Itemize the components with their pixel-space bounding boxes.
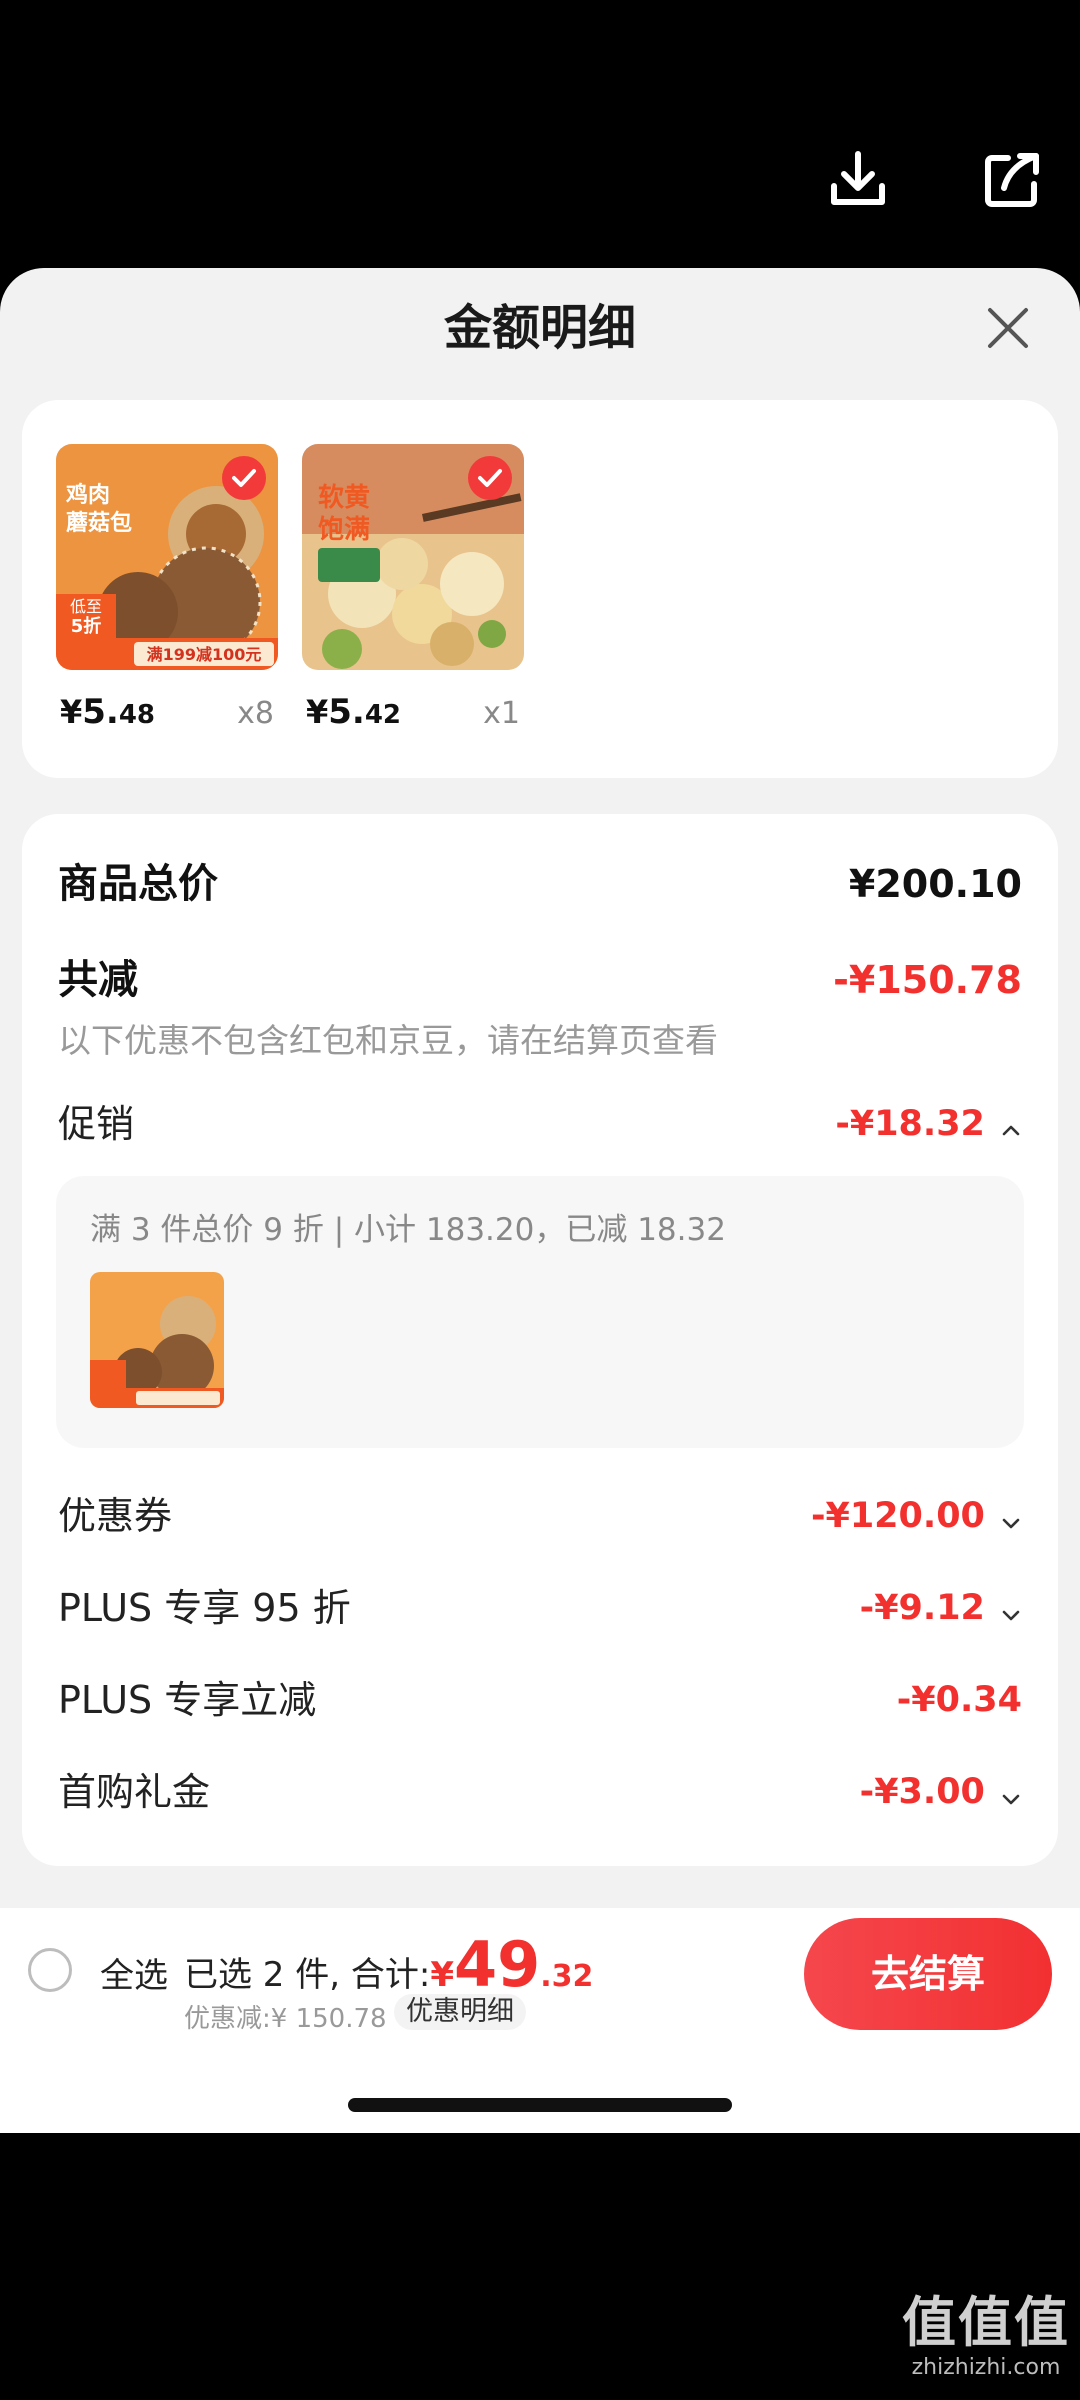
- first-purchase-gift-label: 首购礼金: [58, 1770, 211, 1814]
- top-bar: [0, 0, 1080, 268]
- product-quantity: x1: [483, 696, 520, 731]
- plus-instant-value: -¥0.34: [896, 1680, 1022, 1720]
- product-price: ¥5.48: [60, 692, 156, 732]
- watermark-domain: zhizhizhi.com: [911, 2355, 1061, 2380]
- goods-total-value: ¥200.10: [848, 862, 1022, 906]
- product-badge-text: 低至: [70, 597, 102, 616]
- chevron-down-icon[interactable]: [1000, 1604, 1022, 1626]
- plus-instant-row: PLUS 专享立减 -¥0.34: [58, 1670, 1022, 1730]
- price-summary-card: 商品总价 ¥200.10 共减 -¥150.78 以下优惠不包含红包和京豆，请在…: [22, 814, 1058, 1866]
- total-reduce-row: 共减 -¥150.78: [58, 950, 1022, 1010]
- first-purchase-gift-row[interactable]: 首购礼金 -¥3.00: [58, 1762, 1022, 1822]
- plus-95-value: -¥9.12: [859, 1588, 985, 1628]
- saved-amount: 优惠减:¥ 150.78: [184, 2004, 387, 2034]
- plus-95-row[interactable]: PLUS 专享 95 折 -¥9.12: [58, 1578, 1022, 1638]
- product-card: 满199减100元 低至 5折 鸡肉 蘑菇包 ¥5.48 x8 软黄 饱满 ¥5…: [22, 400, 1058, 778]
- checkout-bar: 全选 已选 2 件, 合计:¥49.32 优惠减:¥ 150.78 优惠明细 去…: [0, 1908, 1080, 2038]
- product-badge-text: 鸡肉: [65, 482, 110, 508]
- checkout-button[interactable]: 去结算: [804, 1918, 1052, 2030]
- coupon-label: 优惠券: [58, 1494, 173, 1538]
- home-indicator[interactable]: [348, 2098, 732, 2112]
- coupon-row[interactable]: 优惠券 -¥120.00: [58, 1486, 1022, 1546]
- promotion-detail-text: 满 3 件总价 9 折 | 小计 183.20，已减 18.32: [90, 1212, 726, 1248]
- watermark-logo: 值值值: [902, 2291, 1070, 2354]
- product-badge-text: 饱满: [318, 515, 370, 545]
- promotion-product-thumbnail: [90, 1272, 224, 1408]
- discount-note: 以下优惠不包含红包和京豆，请在结算页查看: [58, 1021, 718, 1060]
- selected-check-icon[interactable]: [468, 456, 512, 500]
- product-quantity: x8: [237, 696, 274, 731]
- goods-total-row: 商品总价 ¥200.10: [58, 854, 1022, 914]
- watermark: 值值值 zhizhizhi.com: [902, 2292, 1070, 2382]
- goods-total-label: 商品总价: [58, 861, 218, 907]
- product-badge-text: 5折: [71, 615, 102, 637]
- chevron-up-icon[interactable]: [1000, 1120, 1022, 1142]
- promotion-detail-box: 满 3 件总价 9 折 | 小计 183.20，已减 18.32: [56, 1176, 1024, 1448]
- product-price: ¥5.42: [306, 692, 402, 732]
- promotion-value: -¥18.32: [835, 1104, 985, 1144]
- promotion-row[interactable]: 促销 -¥18.32: [58, 1094, 1022, 1154]
- download-icon[interactable]: [826, 148, 890, 212]
- close-icon[interactable]: [980, 300, 1036, 356]
- selected-check-icon[interactable]: [222, 456, 266, 500]
- product-badge-text: 蘑菇包: [66, 510, 132, 536]
- plus-instant-label: PLUS 专享立减: [58, 1678, 317, 1722]
- total-amount: 49: [454, 1928, 541, 2001]
- total-amount-decimal: .32: [540, 1959, 594, 1994]
- amount-detail-sheet: 金额明细 满199减100元 低至 5折 鸡肉 蘑菇包 ¥5.48 x8 软黄 …: [0, 268, 1080, 2133]
- chicken-mushroom-bun-product-image[interactable]: 满199减100元 低至 5折 鸡肉 蘑菇包: [56, 444, 278, 670]
- select-all-label[interactable]: 全选: [100, 1948, 168, 1997]
- select-all-checkbox[interactable]: [28, 1948, 72, 1992]
- sheet-title: 金额明细: [443, 300, 636, 356]
- first-purchase-gift-value: -¥3.00: [859, 1772, 985, 1812]
- promotion-label: 促销: [58, 1102, 135, 1146]
- selected-count-text: 已选 2 件, 合计:: [184, 1955, 431, 1995]
- coupon-value: -¥120.00: [810, 1496, 985, 1536]
- product-item[interactable]: 软黄 饱满 ¥5.42 x1: [302, 444, 524, 732]
- scallop-product-image[interactable]: 软黄 饱满: [302, 444, 524, 670]
- chevron-down-icon[interactable]: [1000, 1512, 1022, 1534]
- product-badge-text: 软黄: [318, 483, 370, 513]
- total-reduce-label: 共减: [58, 957, 138, 1003]
- total-reduce-value: -¥150.78: [833, 958, 1022, 1002]
- home-indicator-area: [0, 2038, 1080, 2133]
- plus-95-label: PLUS 专享 95 折: [58, 1586, 351, 1630]
- product-item[interactable]: 满199减100元 低至 5折 鸡肉 蘑菇包 ¥5.48 x8: [56, 444, 278, 732]
- product-badge-text: 满199减100元: [147, 645, 262, 664]
- total-line: 已选 2 件, 合计:¥49.32: [184, 1928, 593, 2001]
- discount-detail-chip[interactable]: 优惠明细: [394, 1994, 526, 2030]
- share-icon[interactable]: [980, 148, 1044, 212]
- chevron-down-icon[interactable]: [1000, 1788, 1022, 1810]
- total-currency: ¥: [430, 1955, 454, 1995]
